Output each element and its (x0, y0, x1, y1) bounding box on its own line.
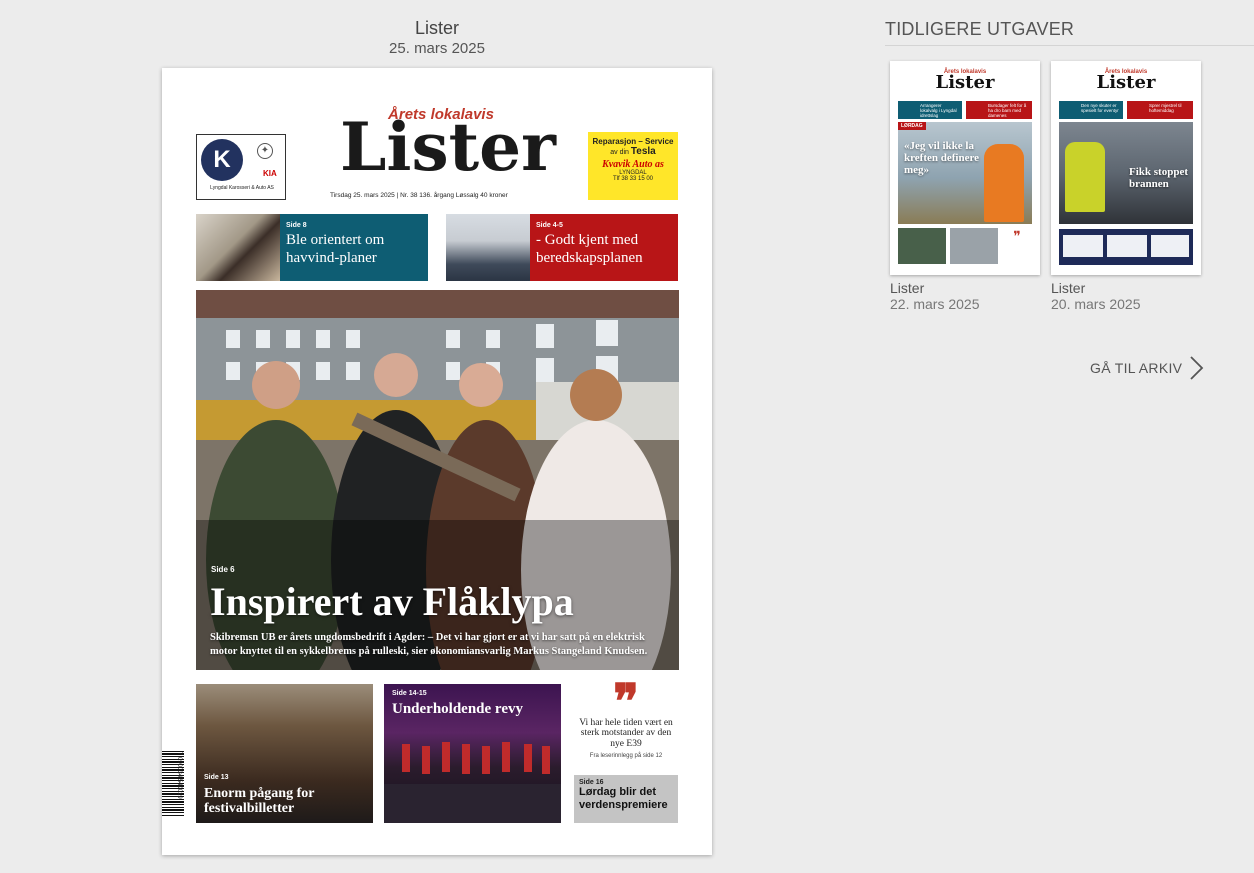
left-ad: K ✦ KIA Lyngdal Karosseri & Auto AS (196, 134, 286, 200)
thumb-teaser: Bursdager felt for å ha dro barn med dam… (966, 101, 1032, 119)
edition-thumb-1[interactable]: Årets lokalavis Lister Arrangerer lokalv… (890, 61, 1040, 275)
teaser-havvind[interactable]: Side 8 Ble orientert om havvind-planer (196, 214, 428, 281)
thumb-teaser: Arrangerer lokalvalg i Lyngdal idrettsla… (898, 101, 962, 119)
thumb-photo: Fikk stoppet brannen (1059, 122, 1193, 224)
issue-title: Lister (414, 18, 459, 38)
kiwanis-logo: K (201, 139, 243, 181)
right-ad-company: Kvavik Auto as (602, 159, 664, 170)
teaser-text: Side 4-5 - Godt kjent med beredskapsplan… (530, 214, 678, 281)
teaser-side: Side 8 (286, 222, 307, 229)
premiere-side: Side 16 (579, 779, 604, 786)
teaser-photo (196, 214, 280, 281)
dateline: Tirsdag 25. mars 2025 | Nr. 38 136. årga… (330, 192, 508, 199)
edition-thumb-2[interactable]: Årets lokalavis Lister Den nye skuter er… (1051, 61, 1201, 275)
barcode-number: 7 090034 540019 (176, 752, 182, 799)
edition-title-1[interactable]: Lister (890, 280, 924, 296)
right-ad-brand: Tesla (630, 146, 656, 157)
festival-side: Side 13 (204, 774, 229, 781)
premiere-headline: Lørdag blir det verdenspremiere (579, 786, 668, 812)
quote-text: Vi har hele tiden vært en sterk motstand… (579, 718, 673, 749)
festival-story[interactable]: Side 13 Enorm pågang for festivalbillett… (196, 684, 373, 823)
issue-date: 25. mars 2025 (389, 40, 485, 57)
thumb-story (950, 228, 998, 264)
quote-mark-icon: ❞ (613, 676, 639, 729)
quote-source: Fra leserinnlegg på side 12 (589, 753, 663, 760)
edition-date-1: 22. mars 2025 (890, 296, 980, 312)
teaser-photo (446, 214, 530, 281)
thumb-headline: Fikk stoppet brannen (1129, 166, 1188, 191)
right-ad-line2: av din Tesla (610, 146, 656, 157)
edition-title-2[interactable]: Lister (1051, 280, 1085, 296)
teaser-beredskap[interactable]: Side 4-5 - Godt kjent med beredskapsplan… (446, 214, 678, 281)
teaser-text: Side 8 Ble orientert om havvind-planer (280, 214, 428, 281)
front-page[interactable]: Årets lokalavis Lister Tirsdag 25. mars … (162, 68, 712, 855)
hero-story[interactable]: Side 6 Inspirert av Flåklypa Skibremsn U… (196, 290, 679, 670)
kia-logo: KIA (263, 169, 277, 178)
right-ad: Reparasjon – Service av din Tesla Kvavik… (588, 132, 678, 200)
previous-editions-heading: TIDLIGERE UTGAVER (885, 19, 1075, 39)
thumb-story (898, 228, 946, 264)
divider (885, 45, 1254, 46)
thumb-teaser: Den nye skuter er spesielt for eventyr (1059, 101, 1123, 119)
thumb-photo: LØRDAG «Jeg vil ikke la kreften definere… (898, 122, 1032, 224)
edition-date-2: 20. mars 2025 (1051, 296, 1141, 312)
right-ad-phone: Tlf 38 33 15 00 (612, 176, 654, 182)
teaser-headline: - Godt kjent med beredskapsplanen (536, 232, 643, 266)
left-ad-text: Lyngdal Karosseri & Auto AS (210, 185, 274, 191)
thumb-teaser: Sprer mjestrel til hoftemiddag (1127, 101, 1193, 119)
thumb-figure (984, 144, 1024, 222)
right-ad-line1: Reparasjon – Service (592, 137, 674, 146)
thumb-figure (1065, 142, 1105, 212)
archive-link[interactable]: GÅ TIL ARKIV (1090, 355, 1204, 381)
thumb-masthead: Lister (1096, 72, 1156, 93)
hero-side: Side 6 (211, 565, 235, 574)
thumb-badge: LØRDAG (898, 122, 926, 130)
chevron-right-icon (1190, 356, 1204, 380)
premiere-box[interactable]: Side 16 Lørdag blir det verdenspremiere (574, 775, 678, 823)
teaser-side: Side 4-5 (536, 222, 563, 229)
thumb-headline: «Jeg vil ikke la kreften definere meg» (904, 140, 980, 177)
reader-quote: ❞ Vi har hele tiden vært en sterk motsta… (574, 676, 678, 760)
revy-photo (384, 742, 561, 823)
hero-subtext: Skibremsn UB er årets ungdomsbedrift i A… (210, 631, 648, 658)
revy-story[interactable]: Side 14-15 Underholdende revy (384, 684, 561, 823)
festival-headline: Enorm pågang for festivalbilletter (204, 786, 315, 817)
thumb-quote-icon: ❞ (1013, 228, 1021, 244)
archive-label: GÅ TIL ARKIV (1090, 360, 1183, 376)
thumb-ad (1059, 229, 1193, 265)
teaser-headline: Ble orientert om havvind-planer (286, 232, 385, 266)
mercedes-icon: ✦ (257, 143, 273, 159)
hero-headline: Inspirert av Flåklypa (210, 579, 574, 624)
masthead: Lister (340, 108, 556, 186)
thumb-masthead: Lister (935, 72, 995, 93)
